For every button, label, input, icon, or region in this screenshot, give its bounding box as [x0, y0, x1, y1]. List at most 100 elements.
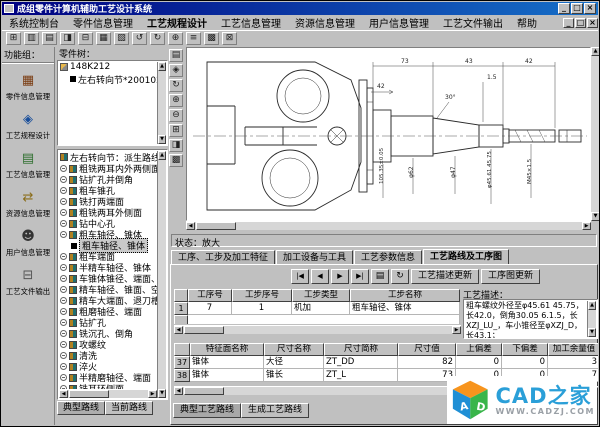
func-file-output[interactable]: ⊟ 工艺文件输出 — [2, 267, 54, 297]
save-icon[interactable]: ▤ — [42, 32, 57, 45]
col-dim-name[interactable]: 尺寸名称 — [264, 343, 324, 356]
cell-opno[interactable]: 7 — [188, 302, 232, 315]
cell-stepname[interactable]: 粗车轴径、锥体 — [350, 302, 460, 315]
route-tree-hscrollbar[interactable]: ◀ ▶ — [59, 389, 157, 398]
mdi-close-button[interactable]: × — [587, 18, 598, 28]
cell-allowance[interactable]: 3 — [548, 356, 598, 369]
cell-dim-name[interactable]: 大径 — [264, 356, 324, 369]
expander-icon[interactable] — [60, 187, 67, 194]
col-stepname[interactable]: 工步名称 — [350, 289, 460, 302]
search-icon[interactable]: ⊕ — [168, 32, 183, 45]
route-step[interactable]: 粗磨轴径、端面 — [59, 306, 157, 317]
col-steptype[interactable]: 工步类型 — [292, 289, 350, 302]
col-opno[interactable]: 工序号 — [188, 289, 232, 302]
expander-icon[interactable] — [60, 374, 67, 381]
cut-icon[interactable]: ▦ — [96, 32, 111, 45]
menu-file-output[interactable]: 工艺文件输出 — [436, 15, 510, 30]
expander-icon[interactable] — [60, 363, 67, 370]
expander-icon[interactable] — [60, 176, 67, 183]
row-selector[interactable]: 37 — [174, 356, 190, 369]
expander-icon[interactable] — [60, 165, 67, 172]
scroll-up-icon[interactable]: ▲ — [158, 62, 166, 71]
col-dim-value[interactable]: 尺寸值 — [398, 343, 456, 356]
flag-icon[interactable]: ◈ — [169, 64, 183, 77]
update-description-button[interactable]: 工艺描述更新 — [411, 269, 479, 284]
route-step[interactable]: 清洗 — [59, 350, 157, 361]
scroll-thumb[interactable] — [196, 222, 236, 230]
database-icon[interactable]: ▩ — [204, 32, 219, 45]
col-face[interactable]: 特征面名称 — [190, 343, 264, 356]
preview-icon[interactable]: ⊟ — [78, 32, 93, 45]
expander-icon[interactable] — [60, 220, 67, 227]
route-step[interactable]: 攻螺纹 — [59, 339, 157, 350]
undo-icon[interactable]: ↺ — [132, 32, 147, 45]
mdi-minimize-button[interactable]: _ — [563, 18, 574, 28]
cell-upper-dev[interactable]: 0 — [456, 356, 502, 369]
redo-icon[interactable]: ↻ — [150, 32, 165, 45]
col-upper-dev[interactable]: 上偏差 — [456, 343, 502, 356]
part-tree-item[interactable]: 左右转向节*200102 — [58, 73, 167, 85]
expander-icon[interactable] — [60, 297, 67, 304]
func-part-info[interactable]: ▦ 零件信息管理 — [2, 72, 54, 102]
cell-face[interactable]: 锥体 — [190, 356, 264, 369]
new-icon[interactable]: ⊞ — [6, 32, 21, 45]
func-process-design[interactable]: ◈ 工艺规程设计 — [2, 111, 54, 141]
fit-view-icon[interactable]: ⊞ — [169, 124, 183, 137]
cell-stepno[interactable]: 1 — [232, 302, 292, 315]
scroll-down-icon[interactable]: ▼ — [588, 328, 596, 337]
first-record-button[interactable]: |◀ — [291, 269, 309, 284]
update-drawing-button[interactable]: 工序图更新 — [481, 269, 540, 284]
step-table-row[interactable]: 1 7 1 机加 粗车轴径、锥体 — [174, 302, 461, 315]
func-resource-info[interactable]: ⇄ 资源信息管理 — [2, 189, 54, 219]
copy-icon[interactable]: ▧ — [114, 32, 129, 45]
expander-icon[interactable] — [60, 308, 67, 315]
cell-steptype[interactable]: 机加 — [292, 302, 350, 315]
menu-process-info[interactable]: 工艺信息管理 — [214, 15, 288, 30]
expander-icon[interactable] — [60, 231, 67, 238]
col-stepno[interactable]: 工步序号 — [232, 289, 292, 302]
tab-typical-process-route[interactable]: 典型工艺路线 — [173, 403, 241, 418]
scroll-up-icon[interactable]: ▲ — [158, 151, 166, 160]
desc-scrollbar[interactable]: ▲ ▼ — [587, 301, 596, 337]
sheet-icon[interactable]: ▤ — [371, 269, 389, 284]
part-tree-scrollbar[interactable]: ▲ ▼ — [157, 62, 166, 144]
cell-lower-dev[interactable]: 0 — [502, 356, 548, 369]
close-button[interactable]: × — [584, 3, 596, 14]
step-table-hscrollbar[interactable]: ◀ ▶ — [174, 325, 461, 334]
mdi-restore-button[interactable]: □ — [575, 18, 586, 28]
drawing-canvas[interactable]: 73 43 42 42 30° 1.5 105.35±0.05 φ62 φ47 … — [186, 47, 591, 221]
cell-dim-abbr[interactable]: ZT_L — [324, 369, 398, 382]
scroll-thumb[interactable] — [69, 390, 109, 398]
expander-icon[interactable] — [60, 341, 67, 348]
cell-dim-name[interactable]: 锥长 — [264, 369, 324, 382]
part-tree-root[interactable]: 148K212 — [58, 61, 167, 73]
print-icon[interactable]: ◨ — [60, 32, 75, 45]
expander-icon[interactable] — [60, 198, 67, 205]
expander-icon[interactable] — [60, 352, 67, 359]
refresh-icon[interactable]: ↻ — [169, 79, 183, 92]
scroll-down-icon[interactable]: ▼ — [158, 135, 166, 144]
menu-help[interactable]: 帮助 — [510, 15, 544, 30]
tab-typical-route[interactable]: 典型路线 — [57, 401, 105, 415]
scroll-thumb[interactable] — [184, 326, 224, 334]
expander-icon[interactable] — [60, 264, 67, 271]
open-drawing-icon[interactable]: ▤ — [169, 49, 183, 62]
zoom-out-icon[interactable]: ⊖ — [169, 109, 183, 122]
scroll-right-icon[interactable]: ▶ — [452, 326, 461, 334]
last-record-button[interactable]: ▶| — [351, 269, 369, 284]
expander-icon[interactable] — [60, 319, 67, 326]
expander-icon[interactable] — [60, 209, 67, 216]
pan-icon[interactable]: ◨ — [169, 139, 183, 152]
menu-user-info[interactable]: 用户信息管理 — [362, 15, 436, 30]
col-dim-abbr[interactable]: 尺寸简称 — [324, 343, 398, 356]
expander-icon[interactable] — [60, 286, 67, 293]
tab-steps-features[interactable]: 工序、工步及加工特征 — [171, 250, 275, 265]
drawing-vscrollbar[interactable]: ▲ ▼ — [591, 47, 600, 221]
scroll-left-icon[interactable]: ◀ — [59, 390, 68, 398]
tab-equipment-tools[interactable]: 加工设备与工具 — [276, 250, 353, 265]
dim-table-row[interactable]: 37 锥体 大径 ZT_DD 82 0 0 3 — [174, 356, 598, 369]
row-selector[interactable]: 1 — [174, 302, 188, 315]
scroll-up-icon[interactable]: ▲ — [591, 47, 600, 56]
export-icon[interactable]: ▩ — [169, 154, 183, 167]
scroll-right-icon[interactable]: ▶ — [582, 222, 591, 230]
